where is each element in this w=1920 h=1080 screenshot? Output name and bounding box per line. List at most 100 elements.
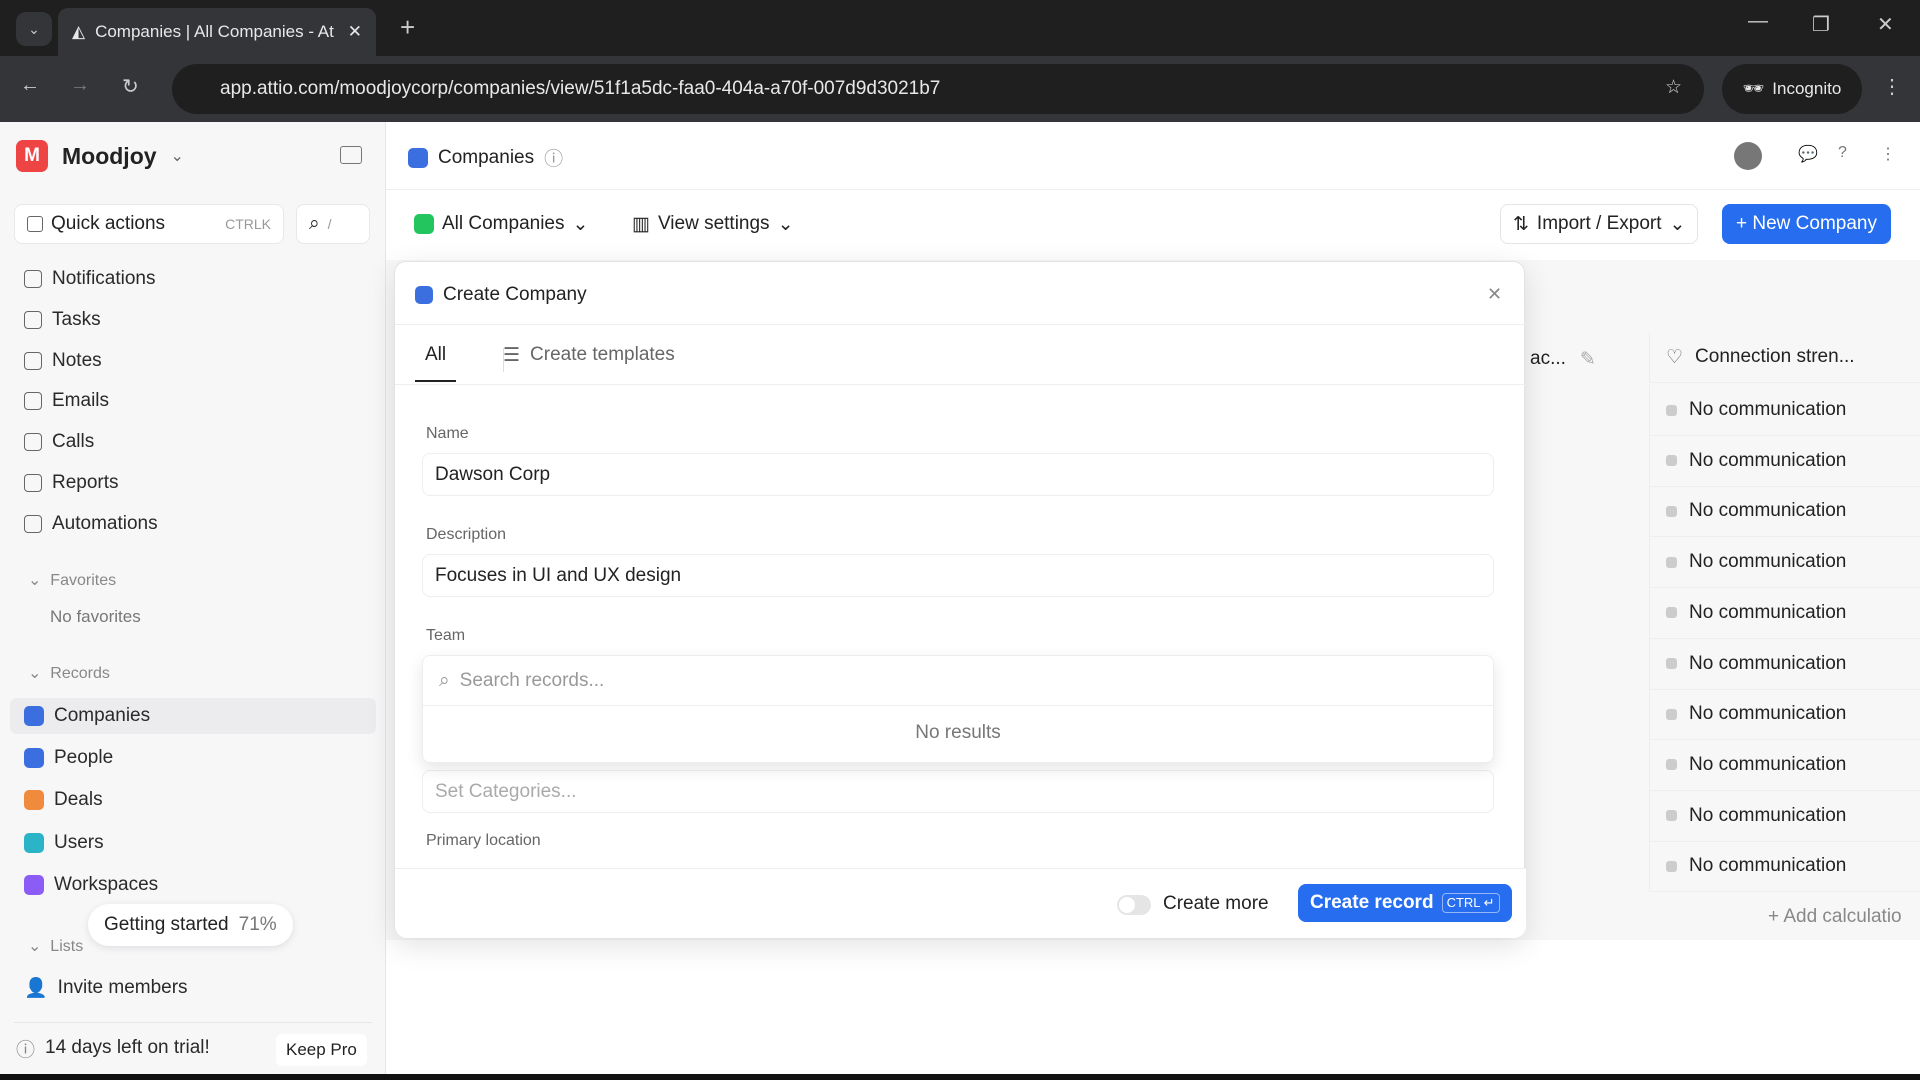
status-dot-icon xyxy=(1666,607,1677,618)
more-icon[interactable]: ⋮ xyxy=(1880,144,1896,164)
tab-list-button[interactable]: ⌄ xyxy=(16,12,52,46)
close-window-button[interactable]: ✕ xyxy=(1877,12,1894,37)
sidebar-item-deals[interactable]: Deals xyxy=(24,783,103,817)
info-icon[interactable]: ⓘ xyxy=(544,144,563,171)
chevron-down-icon: ⌄ xyxy=(573,213,589,236)
team-search-dropdown: ⌕Search records... No results xyxy=(422,655,1494,763)
chevron-down-icon: ⌄ xyxy=(778,213,794,236)
status-dot-icon xyxy=(1666,455,1677,466)
table-row[interactable]: No communication xyxy=(1649,385,1920,436)
modal-title: Create Company xyxy=(443,284,587,306)
browser-tab[interactable]: ◭ Companies | All Companies - At ✕ xyxy=(58,8,376,56)
table-row[interactable]: No communication xyxy=(1649,639,1920,690)
modal-footer: Create more Create recordCTRL ↵ xyxy=(395,868,1526,938)
status-dot-icon xyxy=(1666,658,1677,669)
collapse-sidebar-icon[interactable] xyxy=(340,146,362,164)
table-row[interactable]: No communication xyxy=(1649,537,1920,588)
back-icon[interactable]: ← xyxy=(20,74,40,97)
url-input[interactable]: app.attio.com/moodjoycorp/companies/view… xyxy=(172,64,1704,114)
keep-pro-button[interactable]: Keep Pro xyxy=(276,1034,367,1066)
grid-icon xyxy=(414,214,434,234)
status-dot-icon xyxy=(1666,405,1677,416)
column-header-partial[interactable]: ac...✎ xyxy=(1530,336,1649,382)
pin-icon: ✎ xyxy=(1580,348,1596,371)
status-dot-icon xyxy=(1666,557,1677,568)
search-icon: ⌕ xyxy=(439,670,450,692)
create-more-toggle[interactable] xyxy=(1117,895,1151,915)
getting-started-pill[interactable]: Getting started71% xyxy=(88,904,293,946)
sidebar-item-notes[interactable]: Notes xyxy=(24,344,102,378)
table-row[interactable]: No communication xyxy=(1649,841,1920,892)
companies-icon xyxy=(24,706,44,726)
incognito-badge[interactable]: 🕶Incognito xyxy=(1722,64,1862,114)
records-section[interactable]: ⌄ Records xyxy=(28,663,110,683)
sidebar-item-reports[interactable]: Reports xyxy=(24,466,119,500)
sidebar-item-users[interactable]: Users xyxy=(24,826,104,860)
tab-all[interactable]: All xyxy=(415,344,456,382)
sidebar-item-automations[interactable]: Automations xyxy=(24,507,158,541)
minimize-button[interactable]: — xyxy=(1748,10,1768,33)
create-record-button[interactable]: Create recordCTRL ↵ xyxy=(1298,884,1512,922)
sidebar-item-tasks[interactable]: Tasks xyxy=(24,303,101,337)
sidebar-item-calls[interactable]: Calls xyxy=(24,425,94,459)
attio-favicon-icon: ◭ xyxy=(72,22,85,42)
sidebar-item-emails[interactable]: Emails xyxy=(24,384,109,418)
sidebar-item-workspaces[interactable]: Workspaces xyxy=(24,868,158,902)
emails-icon xyxy=(24,392,42,410)
sidebar: M Moodjoy⌄ Quick actions CTRLK ⌕/ Notifi… xyxy=(0,122,386,1080)
page-title: Companies xyxy=(438,147,534,169)
reload-icon[interactable]: ↻ xyxy=(122,74,139,99)
bookmark-star-icon[interactable]: ☆ xyxy=(1665,76,1682,99)
search-records-input[interactable]: ⌕Search records... xyxy=(423,656,1493,706)
categories-field[interactable]: Set Categories... xyxy=(422,770,1494,813)
chevron-down-icon: ⌄ xyxy=(171,146,184,166)
import-export-button[interactable]: ⇅Import / Export⌄ xyxy=(1500,204,1698,244)
page-header: Companies ⓘ 💬 ? ⋮ xyxy=(386,122,1920,190)
view-selector[interactable]: All Companies⌄ xyxy=(402,204,600,244)
workspaces-icon xyxy=(24,875,44,895)
bottom-edge xyxy=(0,1074,1920,1080)
new-company-button[interactable]: + New Company xyxy=(1722,204,1891,244)
divider xyxy=(395,384,1526,385)
table-row[interactable]: No communication xyxy=(1649,791,1920,842)
favorites-section[interactable]: ⌄ Favorites xyxy=(28,570,116,590)
table-row[interactable]: No communication xyxy=(1649,588,1920,639)
tab-create-templates[interactable]: ☰Create templates xyxy=(503,344,675,367)
workspace-switcher[interactable]: M Moodjoy⌄ xyxy=(16,140,184,172)
add-user-icon: 👤 xyxy=(24,976,48,1000)
sidebar-item-people[interactable]: People xyxy=(24,741,113,775)
browser-tab-bar: ⌄ ◭ Companies | All Companies - At ✕ + —… xyxy=(0,0,1920,56)
divider xyxy=(14,1022,372,1023)
search-button[interactable]: ⌕/ xyxy=(296,204,370,244)
sidebar-item-notifications[interactable]: Notifications xyxy=(24,262,156,296)
table-row[interactable]: No communication xyxy=(1649,486,1920,537)
add-calculation-button[interactable]: + Add calculatio xyxy=(1768,906,1902,928)
table-row[interactable]: No communication xyxy=(1649,740,1920,791)
browser-menu-icon[interactable]: ⋮ xyxy=(1882,74,1902,99)
status-dot-icon xyxy=(1666,759,1677,770)
name-field[interactable]: Dawson Corp xyxy=(422,453,1494,496)
table-row[interactable]: No communication xyxy=(1649,689,1920,740)
sidebar-item-companies[interactable]: Companies xyxy=(24,699,150,733)
user-avatar[interactable] xyxy=(1734,142,1762,170)
quick-actions-button[interactable]: Quick actions CTRLK xyxy=(14,204,284,244)
restore-button[interactable]: ❐ xyxy=(1812,12,1830,37)
new-tab-button[interactable]: + xyxy=(400,12,415,43)
create-more-label: Create more xyxy=(1163,893,1269,915)
lists-section[interactable]: ⌄ Lists xyxy=(28,936,83,956)
template-icon: ☰ xyxy=(503,344,520,367)
column-header-connection-strength[interactable]: ♡Connection stren... xyxy=(1649,332,1920,383)
help-icon[interactable]: ? xyxy=(1838,144,1847,162)
chat-icon[interactable]: 💬 xyxy=(1798,144,1818,164)
status-dot-icon xyxy=(1666,709,1677,720)
description-field[interactable]: Focuses in UI and UX design xyxy=(422,554,1494,597)
view-settings-button[interactable]: ▥View settings⌄ xyxy=(620,204,805,244)
close-icon[interactable]: ✕ xyxy=(1487,284,1502,305)
table-row[interactable]: No communication xyxy=(1649,436,1920,487)
forward-icon[interactable]: → xyxy=(70,74,90,97)
incognito-icon: 🕶 xyxy=(1743,79,1765,99)
notes-icon xyxy=(24,352,42,370)
invite-members-button[interactable]: 👤Invite members xyxy=(24,971,188,1005)
close-tab-icon[interactable]: ✕ xyxy=(348,22,362,42)
upgrade-icon: ⓘ xyxy=(16,1035,35,1062)
